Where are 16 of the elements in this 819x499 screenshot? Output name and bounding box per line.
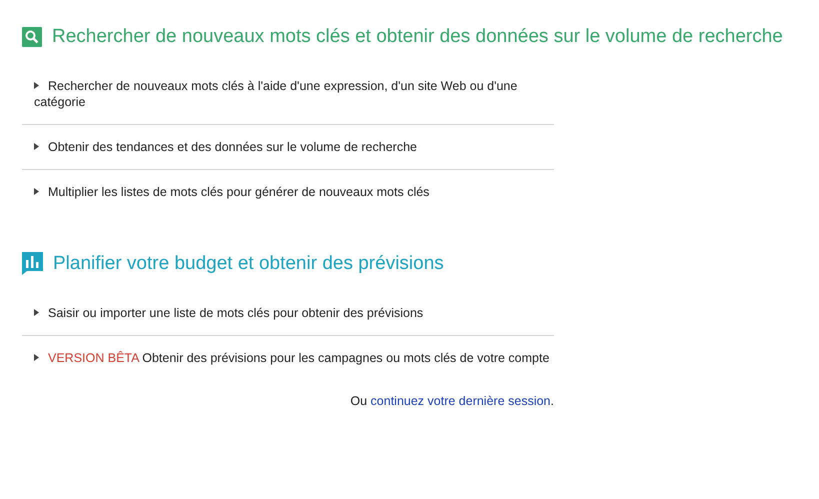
option-link[interactable]: Obtenir des tendances et des données sur le volume de recherche bbox=[34, 139, 554, 155]
resume-text: Ou continuez votre dernière session. bbox=[350, 394, 554, 408]
option-link[interactable]: Saisir ou importer une liste de mots clés pour obtenir des prévisions bbox=[34, 305, 554, 321]
section-title: Rechercher de nouveaux mots clés et obtenir des données sur le volume de recherche bbox=[52, 26, 783, 48]
caret-icon bbox=[34, 188, 39, 195]
caret-icon bbox=[34, 354, 39, 361]
search-icon bbox=[22, 27, 42, 47]
option-link[interactable]: VERSION BÊTA Obtenir des prévisions pour les campagnes ou mots clés de votre compte bbox=[34, 350, 554, 366]
resume-link[interactable]: continuez votre dernière session bbox=[370, 394, 551, 408]
option-link[interactable]: Rechercher de nouveaux mots clés à l'aide d'une expression, d'un site Web ou d'une catégorie bbox=[34, 78, 554, 110]
option-link[interactable]: Multiplier les listes de mots clés pour générer de nouveaux mots clés bbox=[34, 184, 554, 200]
section-title: Planifier votre budget et obtenir des prévisions bbox=[53, 252, 444, 274]
caret-icon bbox=[34, 143, 39, 150]
caret-icon bbox=[34, 82, 39, 89]
caret-icon bbox=[34, 309, 39, 316]
chart-icon bbox=[22, 252, 43, 275]
